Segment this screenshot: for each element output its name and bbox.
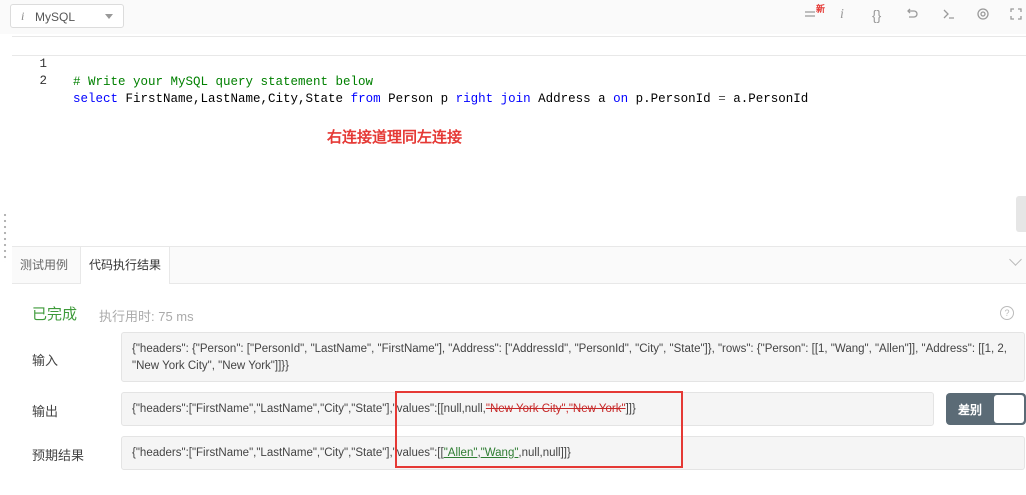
keyword: select <box>73 92 119 106</box>
keyword: from <box>350 92 381 106</box>
code-editor[interactable]: 1 # Write your MySQL query statement bel… <box>12 34 1026 242</box>
braces-icon[interactable]: {} <box>872 7 881 23</box>
run-status: 已完成 <box>32 306 78 323</box>
input-value: {"headers": {"Person": ["PersonId", "Las… <box>121 332 1025 382</box>
expected-label: 预期结果 <box>32 448 85 463</box>
language-select[interactable]: i MySQL <box>10 4 124 28</box>
diff-toggle[interactable]: 差别 <box>946 393 1026 425</box>
code-token: FirstName,LastName,City,State <box>118 92 351 106</box>
info-icon[interactable]: i <box>840 7 844 23</box>
highlight-annotation-box <box>395 391 683 468</box>
tab-run-result[interactable]: 代码执行结果 <box>80 247 171 284</box>
code-token: a.PersonId <box>725 92 809 106</box>
code-token: Person p <box>380 92 456 106</box>
tab-test-cases[interactable]: 测试用例 <box>12 247 76 283</box>
code-token: p.PersonId <box>628 92 719 106</box>
code-token: Address a <box>530 92 614 106</box>
keyword: join <box>500 92 531 106</box>
console-icon[interactable] <box>942 7 956 24</box>
operator: = <box>718 92 726 106</box>
help-icon[interactable]: ? <box>1000 306 1014 320</box>
keyword: on <box>613 92 629 106</box>
line-number: 2 <box>39 74 47 88</box>
fullscreen-icon[interactable] <box>1010 7 1022 23</box>
code-text: select FirstName,LastName,City,State fro… <box>73 90 808 108</box>
settings-icon[interactable] <box>976 7 990 24</box>
annotation-text: 右连接道理同左连接 <box>327 129 463 146</box>
new-badge: 新 <box>816 4 826 14</box>
code-line[interactable]: 2 select FirstName,LastName,City,State f… <box>12 54 808 106</box>
result-tabs: 测试用例 代码执行结果 <box>12 246 1026 284</box>
input-label: 输入 <box>32 353 59 368</box>
toggle-knob <box>994 395 1024 423</box>
language-info-icon: i <box>21 9 25 23</box>
format-icon[interactable] <box>804 7 816 23</box>
keyword: right <box>455 92 494 106</box>
output-label: 输出 <box>32 404 59 419</box>
language-select-value: MySQL <box>35 10 76 24</box>
resize-handle[interactable] <box>3 212 7 262</box>
exec-time: 执行用时: 75 ms <box>99 309 194 324</box>
diff-toggle-label: 差别 <box>958 403 983 417</box>
code-line[interactable]: 1 # Write your MySQL query statement bel… <box>12 36 1026 89</box>
chevron-down-icon <box>105 14 113 19</box>
editor-toolbar: i MySQL 新 i {} <box>0 0 1026 34</box>
chevron-down-icon[interactable] <box>1009 253 1022 266</box>
code-comment: # Write your MySQL query statement below <box>73 75 374 89</box>
reset-icon[interactable] <box>905 7 919 24</box>
scrollbar-handle[interactable] <box>1016 196 1026 232</box>
